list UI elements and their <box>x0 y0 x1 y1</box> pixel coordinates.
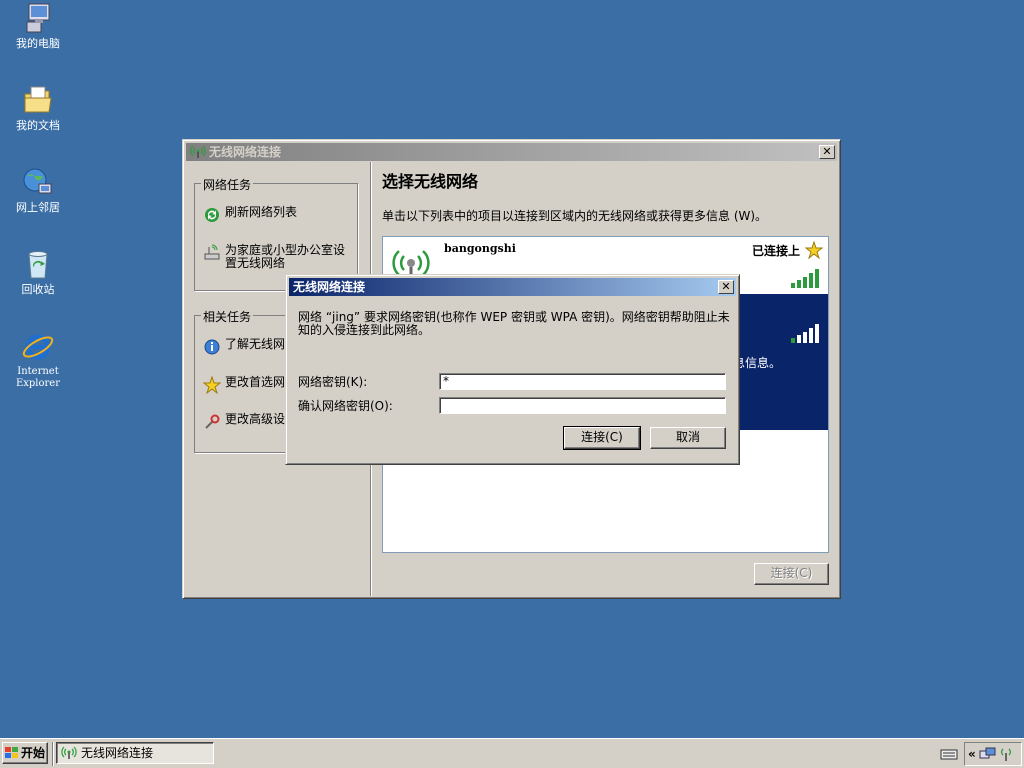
start-label: 开始 <box>20 745 45 760</box>
network-key-label: 网络密钥(K): <box>298 375 368 389</box>
close-button[interactable]: ✕ <box>718 280 734 294</box>
tray-expand-icon[interactable]: « <box>968 747 976 761</box>
desktop-icon-label: 回收站 <box>21 283 55 296</box>
desktop-icon-label: 我的文档 <box>16 119 60 132</box>
refresh-icon <box>205 208 219 222</box>
wireless-tray-icon[interactable] <box>999 746 1013 762</box>
connect-button[interactable]: 连接(C) <box>563 426 641 450</box>
cancel-button[interactable]: 取消 <box>650 427 726 449</box>
taskbar-separator <box>52 742 54 766</box>
signal-strength-icon <box>791 324 819 343</box>
settings-icon <box>205 414 220 429</box>
network-info-text: 息信息。 <box>733 356 782 370</box>
my-computer-icon <box>26 3 50 33</box>
setup-network-icon <box>204 244 220 260</box>
page-heading: 选择无线网络 <box>382 172 479 191</box>
taskbar: 开始 无线网络连接 « <box>0 738 1024 768</box>
task-label: 为家庭或小型办公室设置无线网络 <box>225 243 346 270</box>
desktop-icon-network-places[interactable]: 网上邻居 <box>2 166 74 214</box>
confirm-key-label: 确认网络密钥(O): <box>298 399 393 413</box>
network-tasks-title: 网络任务 <box>201 176 254 193</box>
signal-strength-icon <box>791 269 819 288</box>
close-icon: ✕ <box>721 280 731 293</box>
wireless-icon <box>61 746 77 759</box>
windows-logo-icon <box>4 747 18 758</box>
instructions-text: 单击以下列表中的项目以连接到区域内的无线网络或获得更多信息 (W)。 <box>382 209 768 223</box>
task-label: 刷新网络列表 <box>225 205 298 219</box>
close-button[interactable]: ✕ <box>819 145 835 159</box>
desktop-icon-label: 网上邻居 <box>16 201 60 214</box>
desktop-icon-recycle-bin[interactable]: 回收站 <box>2 248 74 296</box>
dialog-titlebar[interactable]: 无线网络连接 ✕ <box>289 278 736 296</box>
task-setup-network[interactable]: 为家庭或小型办公室设置无线网络 <box>203 244 353 270</box>
dialog-message: 网络 “jing” 要求网络密钥(也称作 WEP 密钥或 WPA 密钥)。网络密… <box>298 310 730 337</box>
keyboard-icon[interactable] <box>940 746 958 762</box>
network-key-field[interactable]: * <box>439 373 726 390</box>
desktop-icon-my-computer[interactable]: 我的电脑 <box>2 2 74 50</box>
window-titlebar[interactable]: 无线网络连接 ✕ <box>186 143 837 161</box>
desktop-icon-internet-explorer[interactable]: Internet Explorer <box>2 330 74 390</box>
task-label: 了解无线网 <box>225 337 286 351</box>
dialog-title: 无线网络连接 <box>293 280 366 294</box>
connect-button-disabled[interactable]: 连接(C) <box>754 563 829 585</box>
wireless-icon <box>190 145 206 158</box>
task-learn-wireless[interactable]: 了解无线网 <box>203 338 285 356</box>
network-places-icon <box>23 168 52 194</box>
connection-status: 已连接上 <box>751 244 800 258</box>
task-label: 更改高级设 <box>225 412 286 426</box>
taskbar-button-label: 无线网络连接 <box>81 745 154 760</box>
taskbar-button-wireless[interactable]: 无线网络连接 <box>56 742 214 764</box>
network-ssid: bangongshi <box>444 242 516 255</box>
network-tray-icon[interactable] <box>979 746 997 762</box>
confirm-key-field[interactable] <box>439 397 726 414</box>
close-icon: ✕ <box>822 145 832 158</box>
task-change-preferred[interactable]: 更改首选网 <box>203 376 285 394</box>
internet-explorer-icon <box>22 334 54 360</box>
system-tray: « <box>964 742 1022 766</box>
window-title: 无线网络连接 <box>209 145 282 159</box>
task-refresh-network-list[interactable]: 刷新网络列表 <box>203 206 297 224</box>
related-tasks-title: 相关任务 <box>201 308 254 325</box>
info-icon <box>204 339 220 355</box>
task-change-advanced[interactable]: 更改高级设 <box>203 413 285 431</box>
my-documents-icon <box>24 86 52 113</box>
preferred-star-icon <box>805 241 823 259</box>
network-key-dialog: 无线网络连接 ✕ 网络 “jing” 要求网络密钥(也称作 WEP 密钥或 WP… <box>285 274 740 465</box>
desktop-icon-my-documents[interactable]: 我的文档 <box>2 84 74 132</box>
star-icon <box>203 376 221 394</box>
start-button[interactable]: 开始 <box>2 742 48 764</box>
task-label: 更改首选网 <box>225 375 286 389</box>
desktop-icon-label: Internet Explorer <box>15 366 61 389</box>
desktop-icon-label: 我的电脑 <box>16 37 60 50</box>
recycle-bin-icon <box>28 251 48 279</box>
